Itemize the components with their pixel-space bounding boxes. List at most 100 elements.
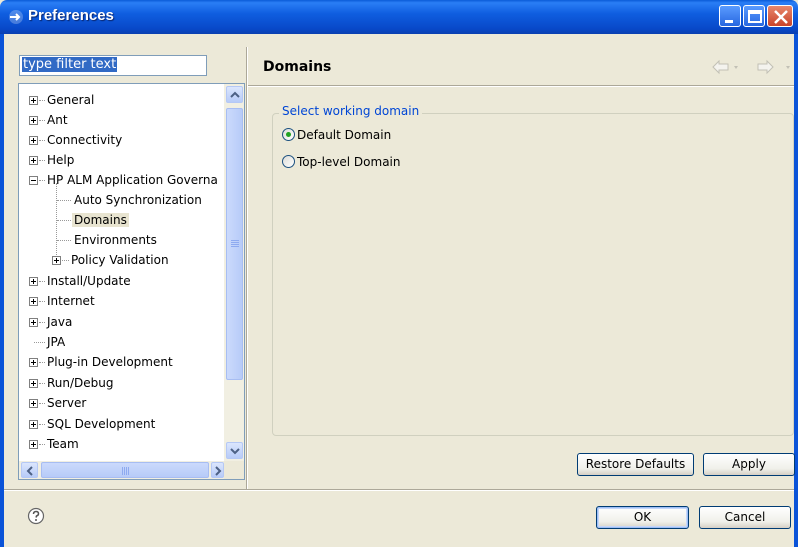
close-button[interactable] [767, 5, 793, 27]
expand-icon[interactable] [29, 379, 38, 388]
expand-icon[interactable] [29, 440, 38, 449]
tree-item-label: JPA [47, 335, 66, 349]
header-separator [248, 85, 794, 87]
scroll-right-button[interactable] [211, 462, 224, 478]
tree-item-install-update[interactable]: Install/Update [29, 271, 133, 291]
forward-arrow-icon[interactable] [757, 59, 774, 75]
scroll-thumb[interactable] [41, 462, 209, 478]
preferences-tree[interactable]: General Ant Connectivity Help HP ALM App… [18, 83, 245, 480]
back-arrow-icon[interactable] [712, 59, 729, 75]
tree-item-label: Install/Update [47, 274, 131, 288]
radio-label: Default Domain [297, 128, 392, 142]
tree-item-auto-synchronization[interactable]: Auto Synchronization [57, 190, 204, 210]
tree-connector [39, 120, 45, 121]
title-bar[interactable]: Preferences [0, 0, 798, 34]
tree-item-plugin-development[interactable]: Plug-in Development [29, 352, 175, 372]
forward-dropdown-icon[interactable] [786, 66, 790, 69]
chevron-up-icon [230, 91, 240, 98]
pane-sash[interactable] [246, 47, 248, 490]
scroll-thumb[interactable] [226, 108, 243, 380]
scroll-left-button[interactable] [21, 462, 38, 478]
tree-item-label: Internet [47, 294, 95, 308]
tree-item-domains[interactable]: Domains [57, 210, 129, 230]
tree-item-internet[interactable]: Internet [29, 291, 97, 311]
tree-item-label: Java [47, 315, 73, 329]
tree-item-label: SQL Development [47, 417, 156, 431]
expand-icon[interactable] [29, 399, 38, 408]
expand-icon[interactable] [52, 256, 61, 265]
tree-item-help[interactable]: Help [29, 150, 76, 170]
tree-item-ant[interactable]: Ant [29, 110, 70, 130]
tree-item-general[interactable]: General [29, 90, 96, 110]
apply-button[interactable]: Apply [703, 453, 795, 476]
tree-item-connectivity[interactable]: Connectivity [29, 130, 124, 150]
radio-top-level-domain[interactable] [282, 155, 295, 168]
expand-icon[interactable] [29, 96, 38, 105]
expand-icon[interactable] [29, 318, 38, 327]
tree-connector [39, 180, 45, 181]
tree-item-label: Server [47, 396, 87, 410]
restore-defaults-button[interactable]: Restore Defaults [577, 453, 694, 476]
tree-connector [57, 240, 71, 241]
tree-vertical-scrollbar[interactable] [224, 84, 244, 461]
tree-item-label: Run/Debug [47, 376, 114, 390]
scroll-down-button[interactable] [226, 442, 243, 459]
footer-separator [4, 489, 794, 491]
scroll-up-button[interactable] [226, 86, 243, 103]
ok-button[interactable]: OK [596, 506, 689, 529]
tree-item-label: Team [47, 437, 79, 451]
expand-icon[interactable] [29, 358, 38, 367]
tree-item-environments[interactable]: Environments [57, 230, 159, 250]
page-title: Domains [263, 59, 332, 75]
tree-item-policy-validation[interactable]: Policy Validation [52, 250, 171, 270]
tree-connector [62, 260, 69, 261]
tree-item-label: General [47, 93, 95, 107]
tree-connector [57, 200, 71, 201]
chevron-left-icon [26, 466, 33, 476]
tree-connector [39, 140, 45, 141]
tree-item-label: Ant [47, 113, 68, 127]
window-title: Preferences [28, 7, 114, 24]
tree-item-label: Policy Validation [71, 253, 169, 267]
minimize-button[interactable] [719, 5, 741, 27]
scrollbar-corner [224, 461, 244, 479]
tree-item-java[interactable]: Java [29, 312, 74, 332]
filter-input[interactable]: type filter text [19, 55, 207, 76]
window-frame-left [0, 34, 4, 547]
tree-item-jpa[interactable]: JPA [29, 332, 67, 352]
expand-icon[interactable] [29, 116, 38, 125]
radio-default-domain[interactable] [282, 128, 295, 141]
maximize-icon [748, 10, 762, 23]
group-label: Select working domain [279, 104, 423, 118]
tree-item-label: Help [47, 153, 75, 167]
tree-connector [39, 403, 45, 404]
tree-item-run-debug[interactable]: Run/Debug [29, 373, 116, 393]
expand-icon[interactable] [29, 277, 38, 286]
maximize-button[interactable] [743, 5, 765, 27]
expand-icon[interactable] [29, 156, 38, 165]
back-dropdown-icon[interactable] [734, 66, 738, 69]
tree-item-label: Auto Synchronization [74, 193, 202, 207]
expand-icon[interactable] [29, 136, 38, 145]
expand-icon[interactable] [29, 420, 38, 429]
tree-connector [39, 160, 45, 161]
collapse-icon[interactable] [29, 176, 38, 185]
minimize-icon [725, 20, 733, 23]
tree-connector [39, 362, 45, 363]
tree-item-server[interactable]: Server [29, 393, 88, 413]
tree-item-label: Domains [72, 213, 129, 227]
help-icon[interactable] [27, 507, 45, 525]
tree-item-label: Connectivity [47, 133, 123, 147]
tree-item-team[interactable]: Team [29, 434, 81, 454]
filter-text: type filter text [22, 57, 118, 72]
tree-item-sql-development[interactable]: SQL Development [29, 414, 157, 434]
tree-item-label: Environments [74, 233, 157, 247]
tree-item-hp-alm[interactable]: HP ALM Application Governa [29, 170, 220, 190]
tree-connector [39, 444, 45, 445]
cancel-button[interactable]: Cancel [699, 506, 791, 529]
expand-icon[interactable] [29, 297, 38, 306]
chevron-down-icon [230, 448, 240, 455]
tree-horizontal-scrollbar[interactable] [19, 461, 224, 479]
tree-connector [34, 342, 45, 343]
tree-connector [39, 424, 45, 425]
